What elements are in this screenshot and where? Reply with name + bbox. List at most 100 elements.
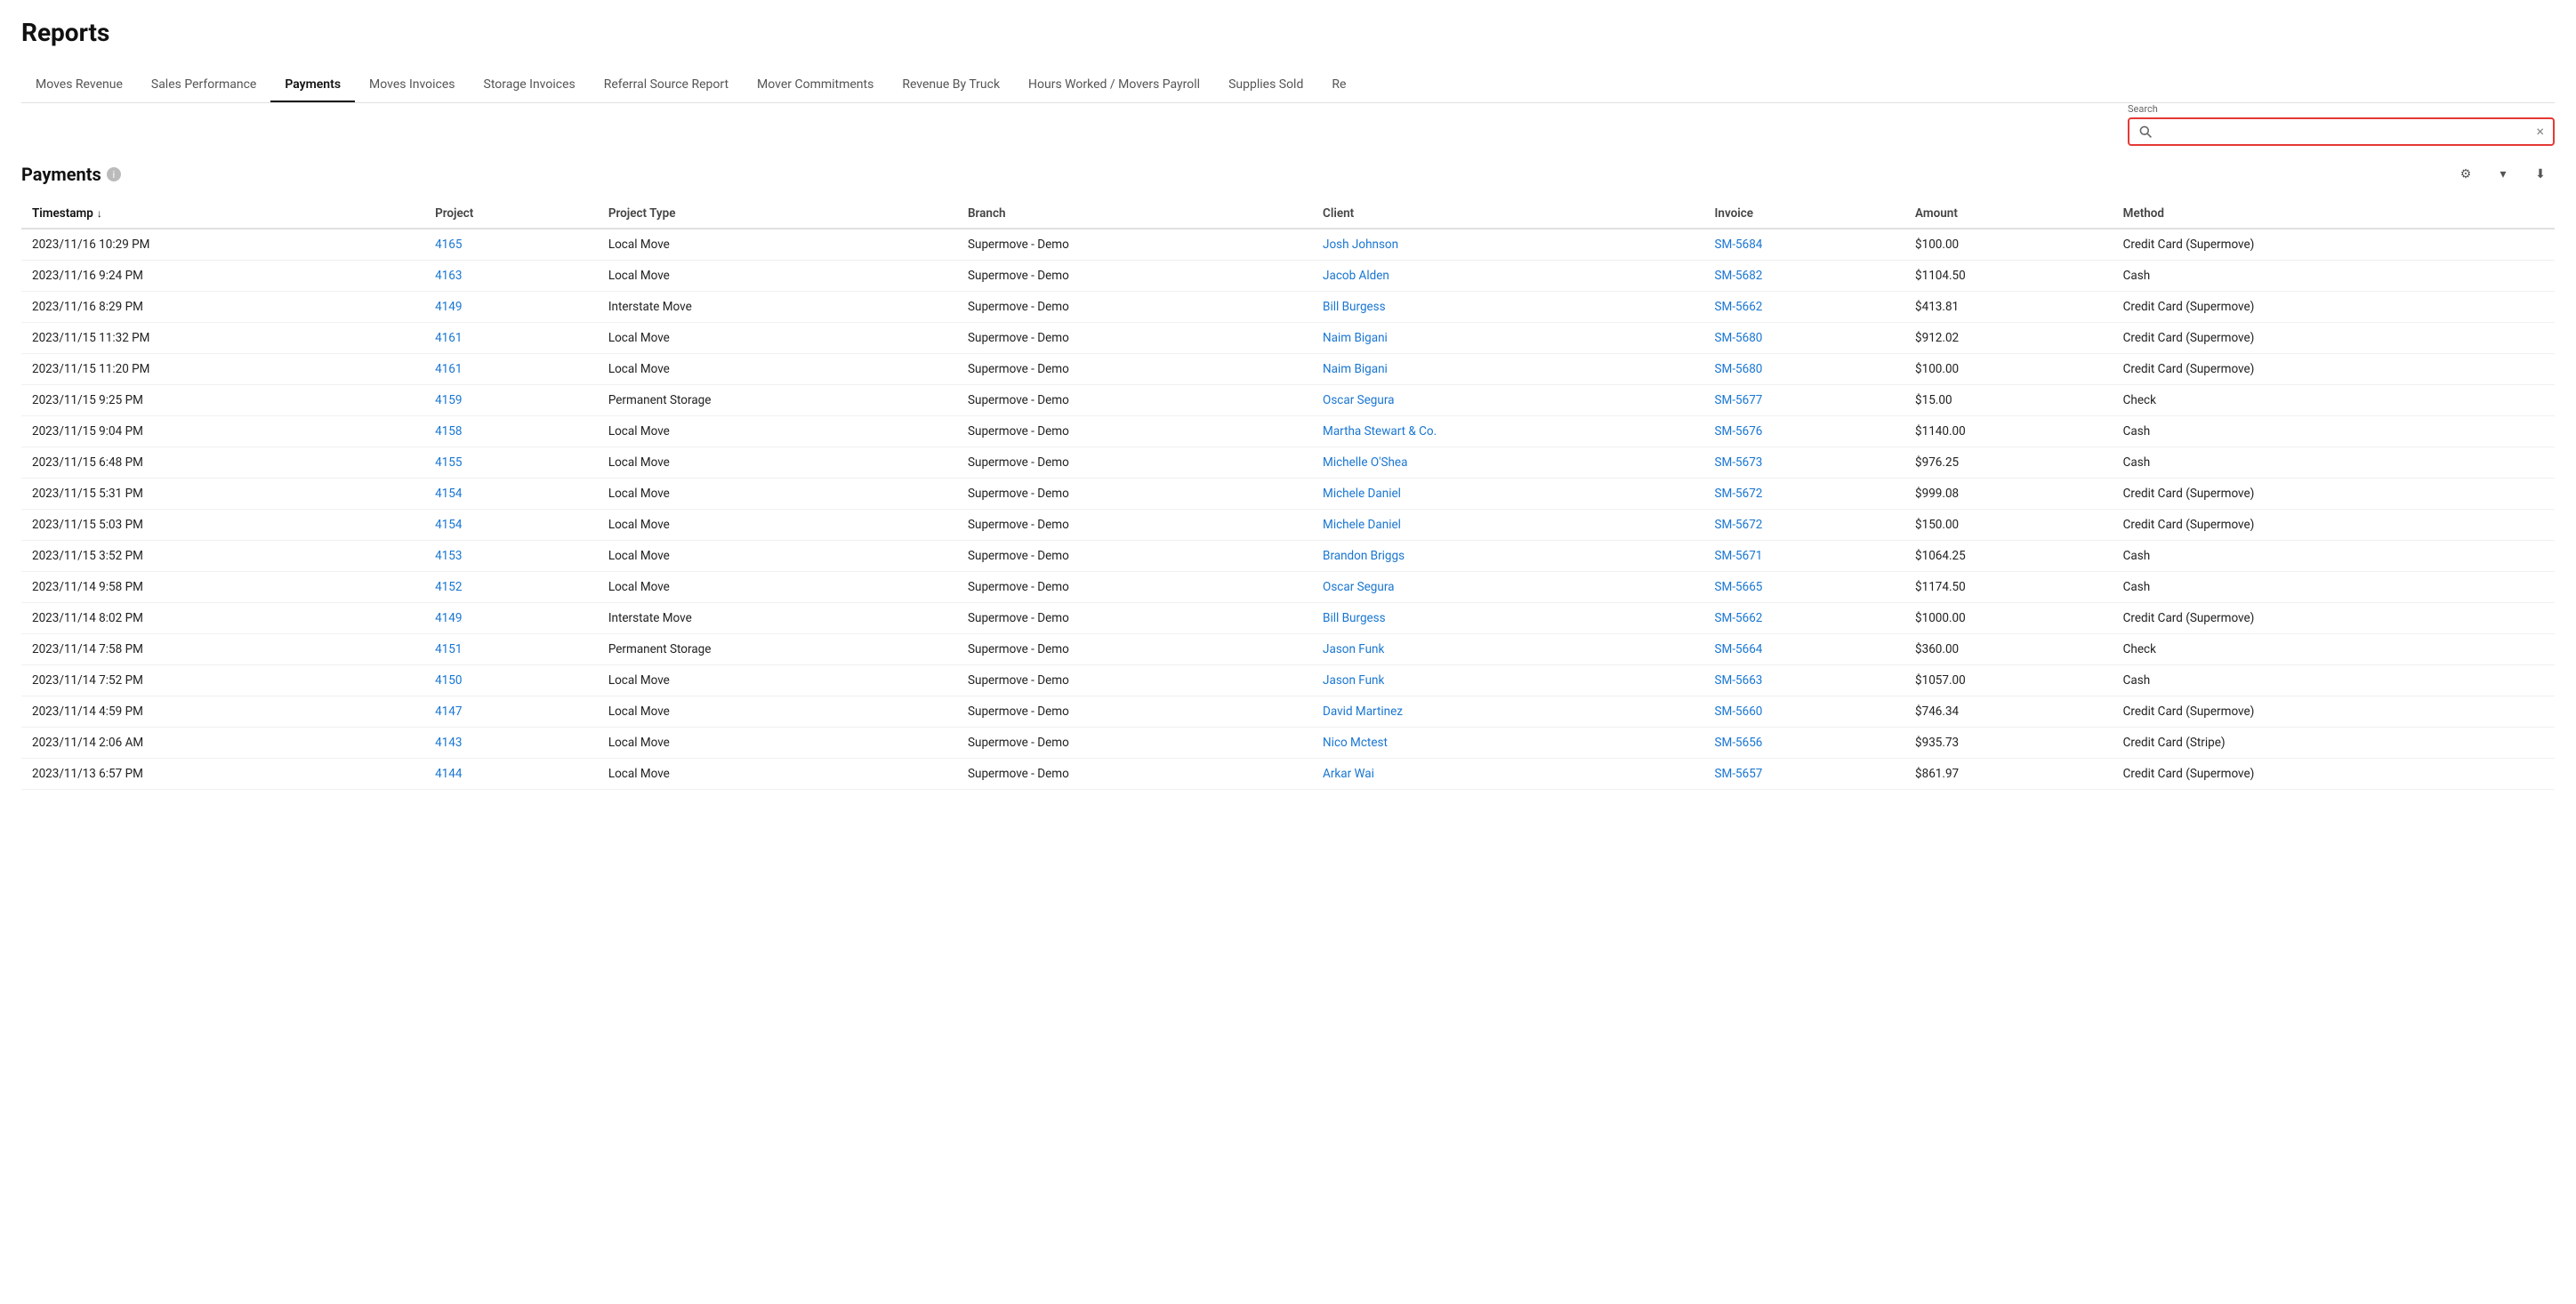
col-header-project[interactable]: Project: [424, 199, 598, 229]
cell-invoice: SM-5673: [1704, 447, 1905, 479]
project-link[interactable]: 4159: [435, 393, 462, 407]
client-link[interactable]: Oscar Segura: [1323, 580, 1394, 594]
filter-button[interactable]: ▾: [2489, 160, 2517, 189]
project-link[interactable]: 4144: [435, 767, 462, 781]
client-link[interactable]: Arkar Wai: [1323, 767, 1374, 781]
invoice-link[interactable]: SM-5673: [1715, 455, 1763, 470]
search-input[interactable]: [2160, 125, 2531, 139]
tab-hours-worked-movers-payroll[interactable]: Hours Worked / Movers Payroll: [1014, 68, 1214, 103]
project-link[interactable]: 4151: [435, 642, 462, 656]
col-header-project_type[interactable]: Project Type: [598, 199, 957, 229]
col-header-timestamp[interactable]: Timestamp↓: [21, 199, 424, 229]
cell-invoice: SM-5680: [1704, 354, 1905, 385]
invoice-link[interactable]: SM-5672: [1715, 518, 1763, 532]
invoice-link[interactable]: SM-5663: [1715, 673, 1763, 688]
settings-button[interactable]: ⚙: [2451, 160, 2480, 189]
invoice-link[interactable]: SM-5684: [1715, 237, 1763, 252]
client-link[interactable]: Bill Burgess: [1323, 300, 1386, 314]
project-link[interactable]: 4150: [435, 673, 462, 688]
cell-method: Credit Card (Supermove): [2113, 603, 2555, 634]
client-link[interactable]: Michelle O'Shea: [1323, 455, 1407, 470]
project-link[interactable]: 4149: [435, 300, 462, 314]
invoice-link[interactable]: SM-5662: [1715, 300, 1763, 314]
client-link[interactable]: Michele Daniel: [1323, 487, 1401, 501]
client-link[interactable]: Jason Funk: [1323, 642, 1384, 656]
project-link[interactable]: 4143: [435, 736, 462, 750]
project-link[interactable]: 4158: [435, 424, 462, 439]
table-row: 2023/11/15 6:48 PM4155Local MoveSupermov…: [21, 447, 2555, 479]
search-clear-button[interactable]: ×: [2531, 125, 2544, 139]
client-link[interactable]: Josh Johnson: [1323, 237, 1398, 252]
client-link[interactable]: Michele Daniel: [1323, 518, 1401, 532]
invoice-link[interactable]: SM-5657: [1715, 767, 1763, 781]
invoice-link[interactable]: SM-5656: [1715, 736, 1763, 750]
cell-method: Cash: [2113, 541, 2555, 572]
col-header-branch[interactable]: Branch: [957, 199, 1312, 229]
cell-project_type: Local Move: [598, 416, 957, 447]
invoice-link[interactable]: SM-5671: [1715, 549, 1763, 563]
invoice-link[interactable]: SM-5677: [1715, 393, 1763, 407]
client-link[interactable]: Martha Stewart & Co.: [1323, 424, 1437, 439]
cell-project: 4144: [424, 759, 598, 790]
invoice-link[interactable]: SM-5660: [1715, 704, 1763, 719]
cell-timestamp: 2023/11/15 3:52 PM: [21, 541, 424, 572]
project-link[interactable]: 4155: [435, 455, 462, 470]
cell-project: 4143: [424, 728, 598, 759]
project-link[interactable]: 4161: [435, 362, 462, 376]
cell-branch: Supermove - Demo: [957, 323, 1312, 354]
col-header-invoice[interactable]: Invoice: [1704, 199, 1905, 229]
tab-referral-source-report[interactable]: Referral Source Report: [590, 68, 743, 103]
tab-supplies-sold[interactable]: Supplies Sold: [1214, 68, 1317, 103]
project-link[interactable]: 4152: [435, 580, 462, 594]
col-header-method[interactable]: Method: [2113, 199, 2555, 229]
tab-sales-performance[interactable]: Sales Performance: [137, 68, 270, 103]
col-header-client[interactable]: Client: [1312, 199, 1703, 229]
col-header-amount[interactable]: Amount: [1904, 199, 2113, 229]
client-link[interactable]: Jacob Alden: [1323, 269, 1389, 283]
download-button[interactable]: ⬇: [2526, 160, 2555, 189]
project-link[interactable]: 4154: [435, 487, 462, 501]
client-link[interactable]: Jason Funk: [1323, 673, 1384, 688]
project-link[interactable]: 4154: [435, 518, 462, 532]
client-link[interactable]: Naim Bigani: [1323, 362, 1388, 376]
cell-invoice: SM-5676: [1704, 416, 1905, 447]
invoice-link[interactable]: SM-5664: [1715, 642, 1763, 656]
tab-moves-revenue[interactable]: Moves Revenue: [21, 68, 137, 103]
project-link[interactable]: 4149: [435, 611, 462, 625]
cell-invoice: SM-5672: [1704, 510, 1905, 541]
cell-project_type: Local Move: [598, 447, 957, 479]
cell-project: 4161: [424, 323, 598, 354]
tab-mover-commitments[interactable]: Mover Commitments: [743, 68, 888, 103]
tab-revenue-by-truck[interactable]: Revenue By Truck: [888, 68, 1014, 103]
client-link[interactable]: David Martinez: [1323, 704, 1403, 719]
project-link[interactable]: 4153: [435, 549, 462, 563]
client-link[interactable]: Brandon Briggs: [1323, 549, 1405, 563]
project-link[interactable]: 4163: [435, 269, 462, 283]
client-link[interactable]: Oscar Segura: [1323, 393, 1394, 407]
tab-moves-invoices[interactable]: Moves Invoices: [355, 68, 470, 103]
table-row: 2023/11/13 6:57 PM4144Local MoveSupermov…: [21, 759, 2555, 790]
tab-re[interactable]: Re: [1317, 68, 1360, 103]
cell-amount: $976.25: [1904, 447, 2113, 479]
invoice-link[interactable]: SM-5680: [1715, 362, 1763, 376]
cell-timestamp: 2023/11/14 9:58 PM: [21, 572, 424, 603]
client-link[interactable]: Nico Mctest: [1323, 736, 1388, 750]
invoice-link[interactable]: SM-5665: [1715, 580, 1763, 594]
invoice-link[interactable]: SM-5682: [1715, 269, 1763, 283]
invoice-link[interactable]: SM-5662: [1715, 611, 1763, 625]
client-link[interactable]: Bill Burgess: [1323, 611, 1386, 625]
project-link[interactable]: 4147: [435, 704, 462, 719]
tab-payments[interactable]: Payments: [270, 68, 355, 103]
invoice-link[interactable]: SM-5672: [1715, 487, 1763, 501]
invoice-link[interactable]: SM-5676: [1715, 424, 1763, 439]
cell-branch: Supermove - Demo: [957, 634, 1312, 665]
invoice-link[interactable]: SM-5680: [1715, 331, 1763, 345]
sort-arrow-timestamp: ↓: [97, 207, 102, 220]
cell-invoice: SM-5684: [1704, 229, 1905, 261]
project-link[interactable]: 4161: [435, 331, 462, 345]
info-icon[interactable]: i: [107, 167, 121, 181]
cell-invoice: SM-5672: [1704, 479, 1905, 510]
project-link[interactable]: 4165: [435, 237, 462, 252]
client-link[interactable]: Naim Bigani: [1323, 331, 1388, 345]
tab-storage-invoices[interactable]: Storage Invoices: [470, 68, 590, 103]
